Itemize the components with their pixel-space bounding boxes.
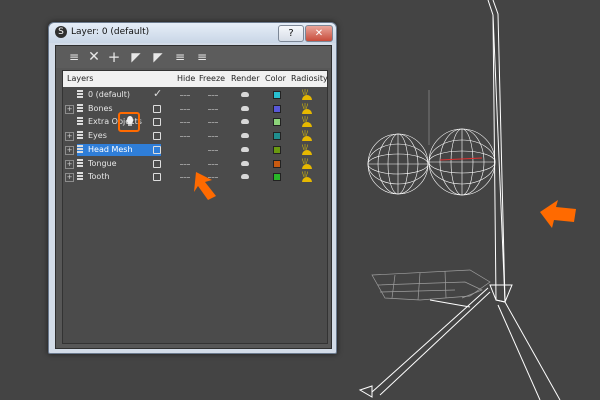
render-teapot-icon[interactable] xyxy=(241,105,249,111)
help-button[interactable]: ? xyxy=(278,25,304,42)
layer-name-cell[interactable]: Eyes xyxy=(77,130,161,142)
layer-row[interactable]: + Head Mesh \|/ xyxy=(63,143,327,157)
layer-row[interactable]: + Eyes \|/ xyxy=(63,130,327,143)
column-header-hide[interactable]: Hide xyxy=(177,74,195,83)
render-teapot-icon[interactable] xyxy=(241,119,249,125)
freeze-all-icon[interactable]: ≡ xyxy=(194,49,210,65)
radiosity-icon[interactable]: \|/ xyxy=(301,130,313,142)
layer-color-swatch[interactable] xyxy=(273,145,281,154)
hide-toggle[interactable] xyxy=(180,95,190,97)
layer-name: Bones xyxy=(88,103,113,113)
layer-name: Tongue xyxy=(88,158,117,168)
render-teapot-icon[interactable] xyxy=(241,174,249,180)
column-header-color[interactable]: Color xyxy=(265,74,286,83)
freeze-toggle[interactable] xyxy=(208,136,218,138)
render-teapot-icon[interactable] xyxy=(241,133,249,139)
layer-color-swatch[interactable] xyxy=(273,104,281,113)
layer-name: Tooth xyxy=(88,172,110,182)
layer-color-swatch[interactable] xyxy=(273,118,281,127)
annotation-arrow-icon xyxy=(540,200,576,228)
radiosity-icon[interactable]: \|/ xyxy=(301,171,313,183)
layer-name-cell[interactable]: Tooth xyxy=(77,171,161,183)
eyeballs-wireframe xyxy=(367,128,496,196)
layer-icon xyxy=(77,172,85,182)
layer-list-header: Layers Hide Freeze Render Color Radiosit… xyxy=(63,71,328,87)
select-in-layer-icon[interactable]: ◤ xyxy=(128,49,144,65)
radiosity-icon[interactable]: \|/ xyxy=(301,144,313,156)
hide-toggle[interactable] xyxy=(180,177,190,179)
layer-color-swatch[interactable] xyxy=(273,132,281,141)
lightbulb-base xyxy=(128,124,132,126)
layer-row[interactable]: Extra Objects \|/ xyxy=(63,116,327,129)
column-header-layers[interactable]: Layers xyxy=(67,74,93,83)
layer-name: 0 (default) xyxy=(88,90,131,99)
new-layer-icon[interactable]: ≡ xyxy=(66,49,82,65)
lightbulb-icon[interactable] xyxy=(127,116,133,124)
app-icon: S xyxy=(55,26,67,38)
hide-toggle[interactable] xyxy=(180,122,190,124)
set-current-checkbox[interactable] xyxy=(153,118,161,127)
layer-list: Layers Hide Freeze Render Color Radiosit… xyxy=(62,70,328,344)
layer-color-swatch[interactable] xyxy=(273,159,281,168)
freeze-toggle[interactable] xyxy=(208,149,218,152)
bone-wireframe xyxy=(358,0,561,400)
set-current-checkbox[interactable] xyxy=(153,173,161,182)
annotation-arrow-icon xyxy=(194,172,216,200)
layer-name-cell[interactable]: Tongue xyxy=(77,158,161,170)
set-current-checkbox[interactable] xyxy=(153,145,161,154)
layer-icon xyxy=(77,131,85,141)
hide-toggle[interactable] xyxy=(180,163,190,166)
layer-icon xyxy=(77,90,85,100)
close-button[interactable]: ✕ xyxy=(305,25,333,42)
layer-toolbar: ≡ ✕ + ◤ ◤ ≡ ≡ xyxy=(56,46,331,68)
column-header-render[interactable]: Render xyxy=(231,74,259,83)
radiosity-icon[interactable]: \|/ xyxy=(301,89,313,101)
add-to-layer-icon[interactable]: + xyxy=(106,49,122,65)
set-current-checkbox[interactable] xyxy=(153,104,161,113)
hide-toggle[interactable] xyxy=(180,136,190,138)
freeze-toggle[interactable] xyxy=(208,95,218,97)
expand-toggle-icon[interactable]: + xyxy=(65,104,74,114)
radiosity-icon[interactable]: \|/ xyxy=(301,116,313,128)
layer-icon xyxy=(77,103,85,114)
layer-name-cell[interactable]: 0 (default) xyxy=(77,89,161,101)
expand-toggle-icon[interactable]: + xyxy=(65,145,74,155)
render-teapot-icon[interactable] xyxy=(241,146,249,152)
expand-toggle-icon[interactable]: + xyxy=(65,132,74,142)
hide-all-icon[interactable]: ≡ xyxy=(172,49,188,65)
freeze-toggle[interactable] xyxy=(208,163,218,166)
hide-toggle[interactable] xyxy=(180,108,190,111)
expand-toggle-icon[interactable]: + xyxy=(65,159,74,169)
layer-icon xyxy=(77,117,85,127)
column-header-freeze[interactable]: Freeze xyxy=(199,74,225,83)
select-layer-icon[interactable]: ◤ xyxy=(150,49,166,65)
layer-icon xyxy=(77,158,85,169)
column-header-radiosity[interactable]: Radiosity xyxy=(291,74,328,83)
freeze-toggle[interactable] xyxy=(208,122,218,124)
layer-icon xyxy=(77,144,85,155)
delete-layer-icon[interactable]: ✕ xyxy=(86,49,102,65)
render-teapot-icon[interactable] xyxy=(241,92,249,97)
current-layer-check-icon[interactable]: ✓ xyxy=(153,87,162,100)
window-title: Layer: 0 (default) xyxy=(71,27,150,37)
layer-name-cell[interactable]: Head Mesh xyxy=(77,143,161,156)
set-current-checkbox[interactable] xyxy=(153,132,161,141)
layer-row[interactable]: 0 (default) ✓ \|/ xyxy=(63,87,327,102)
jaw-wireframe xyxy=(371,269,491,301)
layer-name: Head Mesh xyxy=(88,144,133,154)
freeze-toggle[interactable] xyxy=(208,108,218,111)
layer-row[interactable]: + Bones \|/ xyxy=(63,103,327,116)
layer-name: Eyes xyxy=(88,131,107,141)
expand-toggle-icon[interactable]: + xyxy=(65,173,74,183)
radiosity-icon[interactable]: \|/ xyxy=(301,158,313,170)
layer-color-swatch[interactable] xyxy=(273,173,281,182)
layer-color-swatch[interactable] xyxy=(273,91,281,99)
titlebar[interactable]: S Layer: 0 (default) ? ✕ xyxy=(49,23,336,43)
radiosity-icon[interactable]: \|/ xyxy=(301,103,313,115)
render-teapot-icon[interactable] xyxy=(241,160,249,166)
set-current-checkbox[interactable] xyxy=(153,159,161,168)
